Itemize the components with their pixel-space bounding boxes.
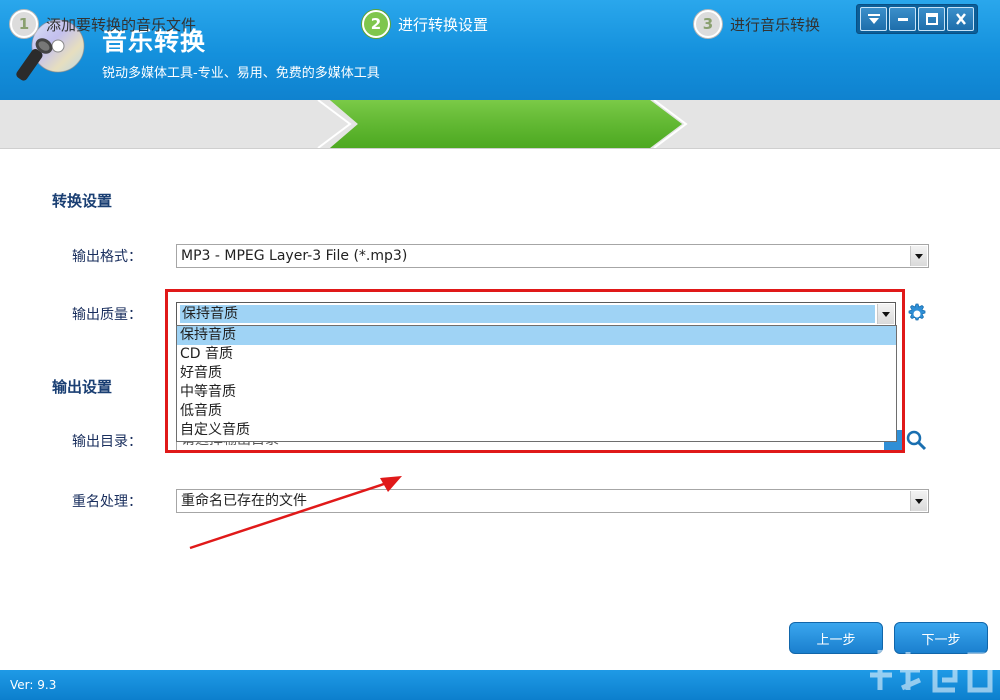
output-dir-label: 输出目录： xyxy=(72,434,142,450)
step-2-label: 进行转换设置 xyxy=(398,15,489,34)
output-format-value: MP3 - MPEG Layer-3 File (*.mp3) xyxy=(181,248,408,264)
gear-icon[interactable] xyxy=(904,302,928,326)
watermark-logo xyxy=(870,650,993,693)
step-2-number: 2 xyxy=(362,10,390,38)
search-icon[interactable] xyxy=(905,429,927,451)
window-controls xyxy=(856,4,978,34)
maximize-button[interactable] xyxy=(918,7,945,31)
version-text: Ver: 9.3 xyxy=(10,678,57,692)
minimize-button[interactable] xyxy=(889,7,916,31)
step-3[interactable]: 3 进行音乐转换 xyxy=(694,0,820,48)
close-icon xyxy=(955,13,966,25)
output-settings-title: 输出设置 xyxy=(52,378,113,396)
menu-icon xyxy=(867,14,880,24)
dropdown-arrow[interactable] xyxy=(910,491,927,511)
chevron-down-icon xyxy=(915,498,923,504)
step-3-label: 进行音乐转换 xyxy=(730,15,821,34)
step-2[interactable]: 2 进行转换设置 xyxy=(362,0,488,48)
app-subtitle: 锐动多媒体工具-专业、易用、免费的多媒体工具 xyxy=(102,66,380,81)
output-format-select[interactable]: MP3 - MPEG Layer-3 File (*.mp3) xyxy=(176,244,929,268)
step-1-label: 添加要转换的音乐文件 xyxy=(46,15,197,34)
rename-label: 重名处理： xyxy=(72,494,142,510)
annotation-arrow xyxy=(189,476,402,550)
step-arrows xyxy=(317,100,688,148)
step-1-number: 1 xyxy=(10,10,38,38)
output-quality-label: 输出质量： xyxy=(72,307,142,323)
step-1[interactable]: 1 添加要转换的音乐文件 xyxy=(10,0,196,48)
conversion-settings-title: 转换设置 xyxy=(52,192,113,210)
close-button[interactable] xyxy=(947,7,974,31)
output-format-label: 输出格式： xyxy=(72,249,142,265)
chevron-down-icon xyxy=(915,253,923,259)
maximize-icon xyxy=(925,13,938,25)
status-bar xyxy=(0,670,1000,700)
menu-button[interactable] xyxy=(860,7,887,31)
highlight-box xyxy=(165,289,905,453)
dropdown-arrow[interactable] xyxy=(910,246,927,266)
minimize-icon xyxy=(897,18,908,21)
step-3-number: 3 xyxy=(694,10,722,38)
